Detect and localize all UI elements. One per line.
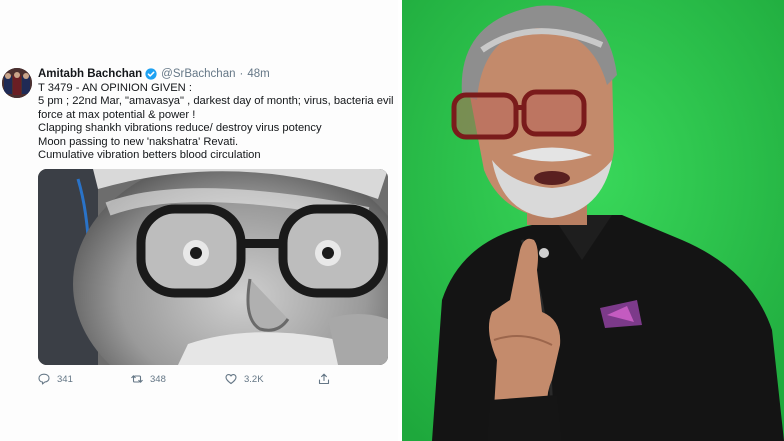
portrait-photo (402, 0, 784, 441)
reply-button[interactable]: 341 (38, 373, 73, 385)
like-button[interactable]: 3.2K (225, 373, 264, 385)
reply-icon (38, 373, 50, 385)
share-button[interactable] (318, 373, 330, 385)
verified-badge-icon (145, 68, 157, 80)
tweet-line: T 3479 - AN OPINION GIVEN : (38, 82, 192, 94)
retweet-icon (131, 373, 143, 385)
tweet-image[interactable] (38, 169, 388, 365)
tweet-line: Clapping shankh vibrations reduce/ destr… (38, 122, 322, 135)
tweet-line: 5 pm ; 22nd Mar, "amavasya" , darkest da… (38, 95, 394, 121)
display-name[interactable]: Amitabh Bachchan (38, 68, 142, 80)
tweet-actions: 341 348 3.2K (38, 373, 348, 389)
separator-dot: · (239, 68, 244, 80)
reply-count: 341 (57, 373, 73, 385)
tweet-text: T 3479 - AN OPINION GIVEN : 5 pm ; 22nd … (38, 82, 394, 162)
retweet-button[interactable]: 348 (131, 373, 166, 385)
timestamp[interactable]: 48m (247, 68, 269, 80)
share-icon (318, 373, 330, 385)
tweet-line: Cumulative vibration betters blood circu… (38, 149, 261, 162)
tweet-header: Amitabh Bachchan @SrBachchan · 48m (38, 66, 270, 82)
like-count: 3.2K (244, 373, 264, 385)
tweet-line: Moon passing to new 'nakshatra' Revati. (38, 135, 239, 148)
avatar[interactable] (2, 68, 32, 98)
retweet-count: 348 (150, 373, 166, 385)
heart-icon (225, 373, 237, 385)
tweet-card: Amitabh Bachchan @SrBachchan · 48m T 347… (0, 0, 398, 441)
handle[interactable]: @SrBachchan (161, 68, 235, 80)
